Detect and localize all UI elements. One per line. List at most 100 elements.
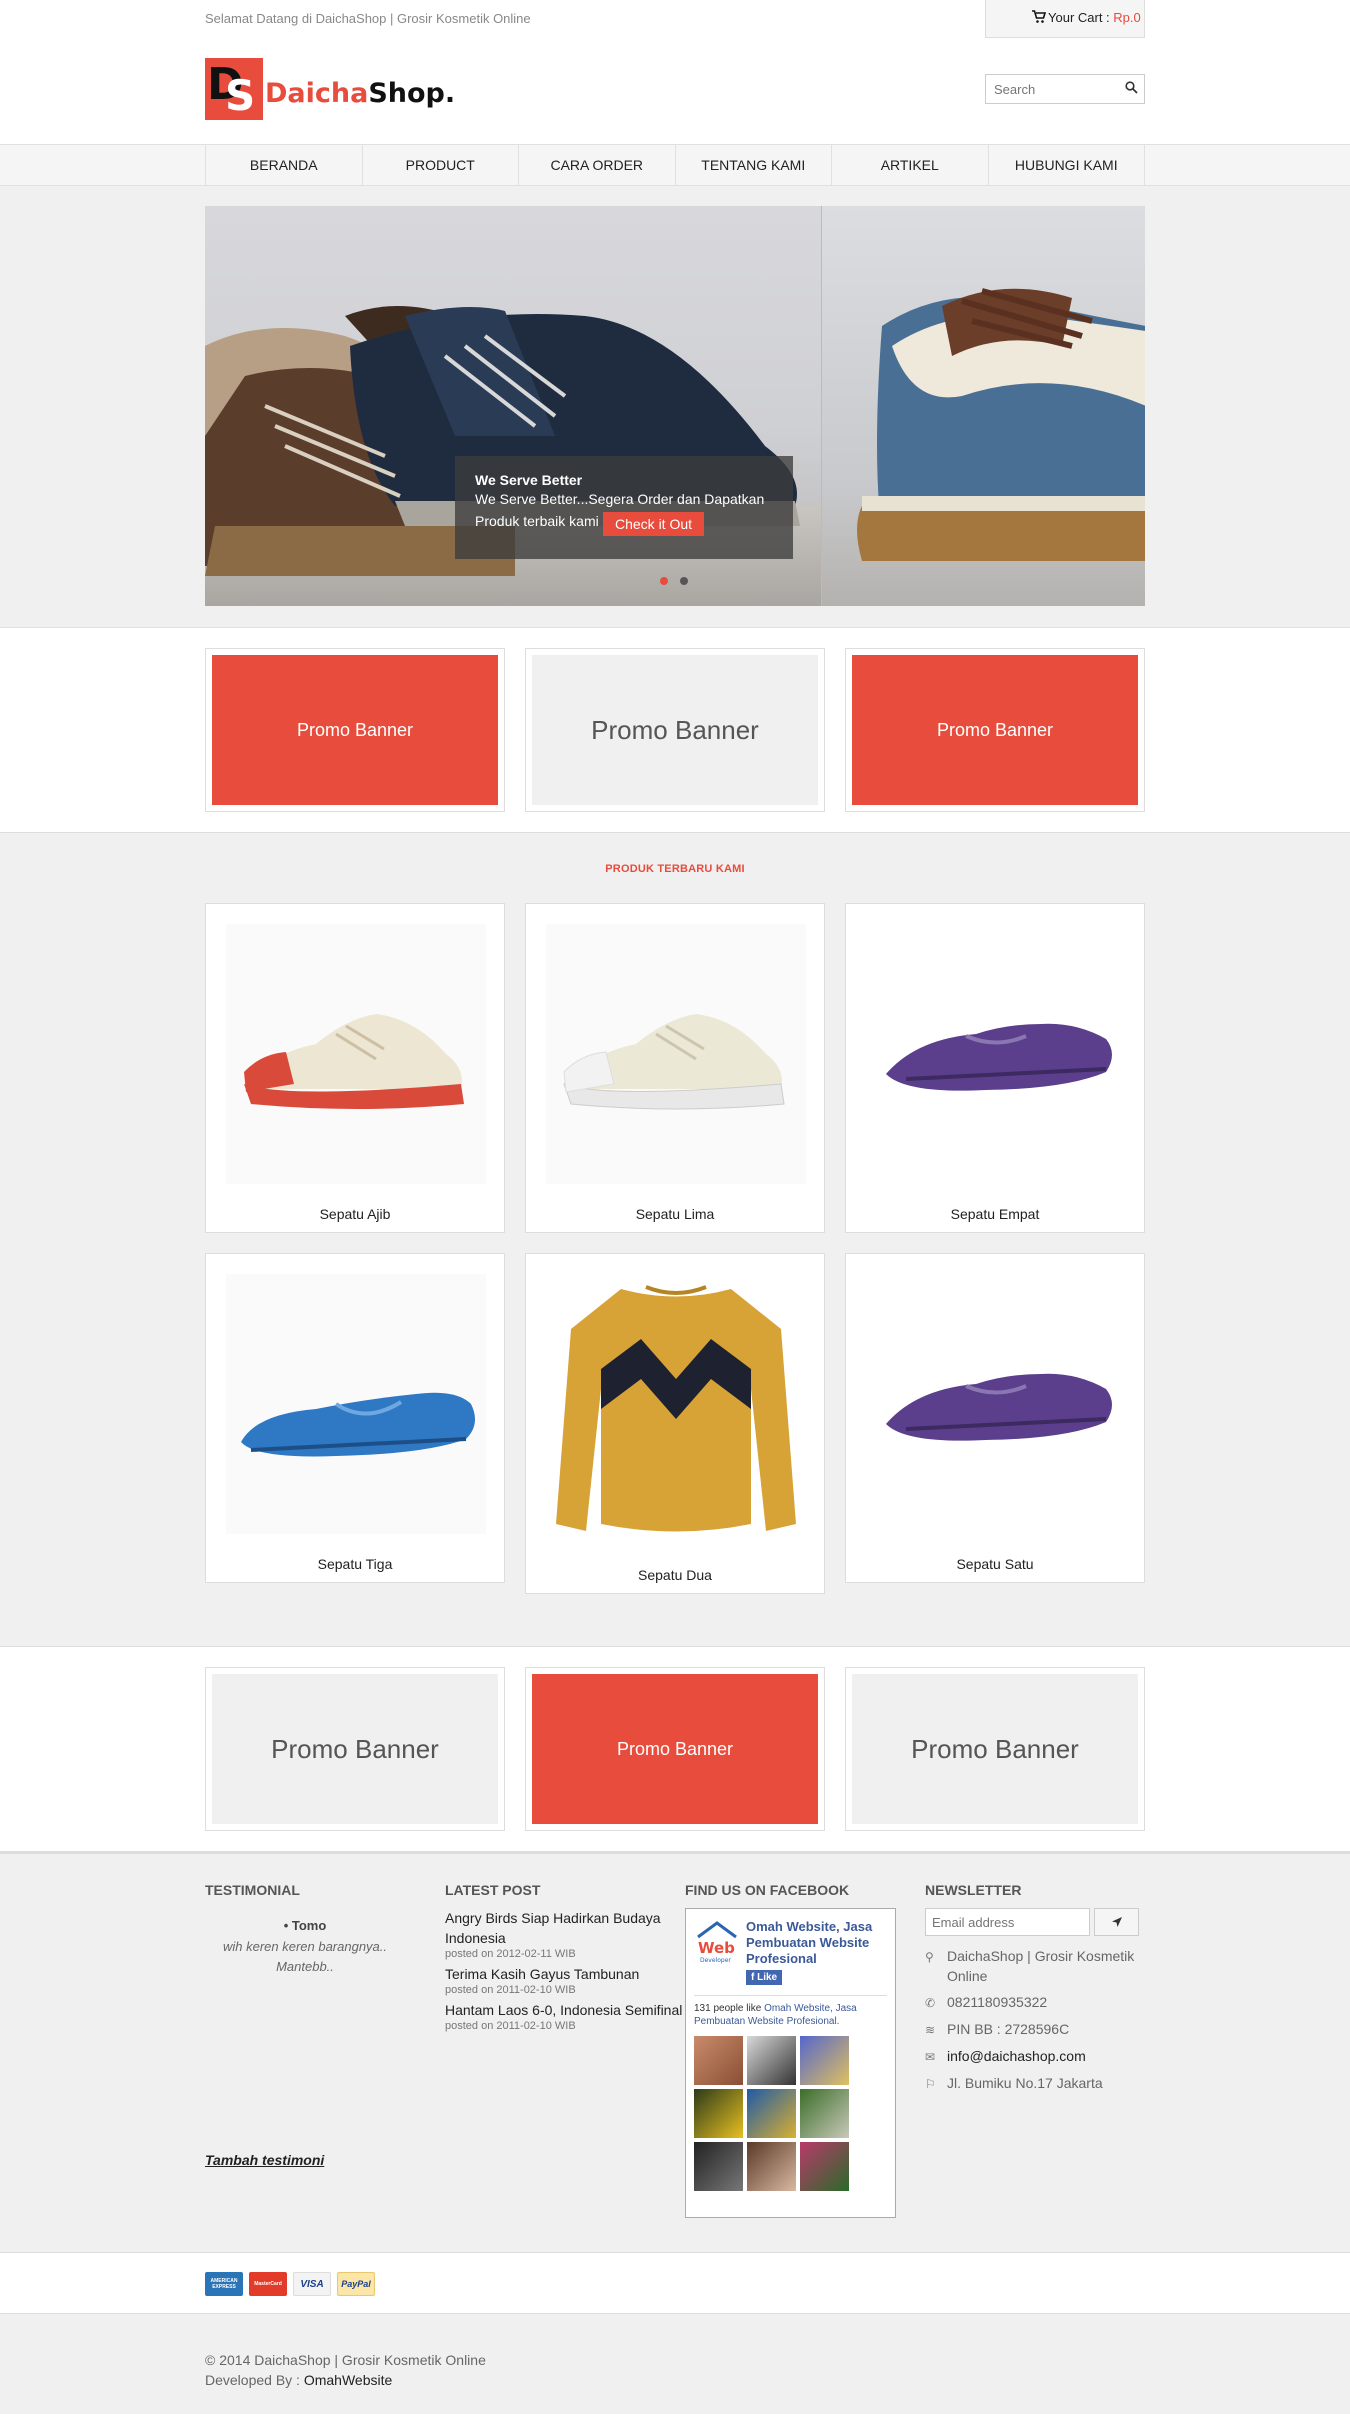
product-name[interactable]: Sepatu Ajib: [206, 1206, 504, 1222]
logo-text: DaichaShop.: [265, 78, 455, 109]
nav-item-tentang-kami[interactable]: TENTANG KAMI: [676, 145, 832, 185]
nav-item-product[interactable]: PRODUCT: [363, 145, 519, 185]
hero-slider[interactable]: We Serve Better We Serve Better...Segera…: [205, 206, 1145, 606]
contact-text: Jl. Bumiku No.17 Jakarta: [947, 2075, 1103, 2091]
product-image: [226, 1274, 486, 1534]
search-input[interactable]: [986, 75, 1116, 103]
promo-banner[interactable]: Promo Banner: [845, 1667, 1145, 1831]
developer-credit: Developed By : OmahWebsite: [205, 2370, 1145, 2390]
post-date: posted on 2011-02-10 WIB: [445, 1984, 576, 1996]
product-card[interactable]: Sepatu Ajib: [205, 903, 505, 1233]
promo-banner-label: Promo Banner: [852, 655, 1138, 805]
post-item: Hantam Laos 6-0, Indonesia Semifinal pos…: [445, 2000, 685, 2032]
svg-text:Developer: Developer: [700, 1957, 731, 1964]
promo-banner-label: Promo Banner: [212, 655, 498, 805]
newsletter-form: [925, 1908, 1145, 1936]
email-field[interactable]: [925, 1908, 1090, 1936]
post-title[interactable]: Hantam Laos 6-0, Indonesia Semifinal: [445, 2000, 685, 2020]
fan-avatar[interactable]: [800, 2036, 849, 2085]
facebook-like-count-text: 131 people like: [694, 2003, 762, 2014]
product-name[interactable]: Sepatu Empat: [846, 1206, 1144, 1222]
slider-side-image: [821, 206, 1145, 606]
product-card[interactable]: Sepatu Satu: [845, 1253, 1145, 1583]
map-marker-icon: ⚲: [925, 1950, 934, 1964]
facebook-column: FIND US ON FACEBOOK Web Developer Omah We…: [685, 1882, 925, 2218]
promo-banner-label: Promo Banner: [532, 1674, 818, 1824]
top-bar: Selamat Datang di DaichaShop | Grosir Ko…: [205, 0, 1145, 38]
facebook-fan-faces: [694, 2036, 887, 2191]
fan-avatar[interactable]: [694, 2036, 743, 2085]
svg-text:Web: Web: [698, 1939, 735, 1957]
facebook-like-button[interactable]: f Like: [746, 1970, 783, 1985]
logo[interactable]: D S DaichaShop.: [205, 58, 455, 120]
post-item: Terima Kasih Gayus Tambunan posted on 20…: [445, 1964, 685, 1996]
contact-text: PIN BB : 2728596C: [947, 2021, 1070, 2037]
search-box: [985, 74, 1145, 104]
slider-dot-2[interactable]: [680, 577, 688, 585]
slider-caption-title: We Serve Better: [475, 472, 583, 488]
promo-banner[interactable]: Promo Banner: [845, 648, 1145, 812]
product-image: [866, 1274, 1126, 1534]
add-testimonial-link[interactable]: Tambah testimoni: [205, 2152, 324, 2168]
product-name[interactable]: Sepatu Tiga: [206, 1556, 504, 1572]
blue-sneaker-image: [857, 288, 1145, 561]
fan-avatar[interactable]: [747, 2142, 796, 2191]
product-card[interactable]: Sepatu Tiga: [205, 1253, 505, 1583]
nav-item-artikel[interactable]: ARTIKEL: [832, 145, 989, 185]
fan-avatar[interactable]: [800, 2089, 849, 2138]
fan-avatar[interactable]: [694, 2142, 743, 2191]
contact-item: ⚐ Jl. Bumiku No.17 Jakarta: [925, 2073, 1145, 2094]
post-title[interactable]: Terima Kasih Gayus Tambunan: [445, 1964, 685, 1984]
facebook-like-count: 131 people like Omah Website, Jasa Pembu…: [694, 1995, 887, 2028]
header: D S DaichaShop.: [205, 38, 1145, 144]
promo-banner[interactable]: Promo Banner: [205, 648, 505, 812]
product-card[interactable]: Sepatu Dua: [525, 1253, 825, 1594]
omah-website-logo: Web Developer: [694, 1919, 740, 1965]
nav-item-cara-order[interactable]: CARA ORDER: [519, 145, 676, 185]
nav-bar: BERANDA PRODUCT CARA ORDER TENTANG KAMI …: [0, 144, 1350, 186]
nav-item-beranda[interactable]: BERANDA: [206, 145, 363, 185]
contact-email-link[interactable]: info@daichashop.com: [947, 2046, 1086, 2067]
visa-label: VISA: [300, 2278, 324, 2290]
check-it-out-button[interactable]: Check it Out: [603, 512, 705, 536]
promo-banner[interactable]: Promo Banner: [525, 648, 825, 812]
promo-banner[interactable]: Promo Banner: [205, 1667, 505, 1831]
slider-dot-1[interactable]: [660, 577, 668, 585]
promo-section-bottom: Promo Banner Promo Banner Promo Banner: [0, 1647, 1350, 1852]
promo-banner[interactable]: Promo Banner: [525, 1667, 825, 1831]
envelope-icon: ✉: [925, 2050, 936, 2064]
logo-mark-s: S: [225, 71, 256, 120]
facebook-heading: FIND US ON FACEBOOK: [685, 1882, 850, 1898]
post-title[interactable]: Angry Birds Siap Hadirkan Budaya Indones…: [445, 1908, 685, 1948]
contact-item: ✆ 0821180935322: [925, 1992, 1145, 2013]
promo-section-top: Promo Banner Promo Banner Promo Banner: [0, 628, 1350, 833]
facebook-page-name[interactable]: Omah Website, Jasa Pembuatan Website Pro…: [746, 1919, 887, 1967]
slider-dots: [660, 577, 688, 585]
fan-avatar[interactable]: [747, 2089, 796, 2138]
contact-item: ✉ info@daichashop.com: [925, 2046, 1145, 2067]
developer-name: OmahWebsite: [303, 2372, 393, 2388]
post-item: Angry Birds Siap Hadirkan Budaya Indones…: [445, 1908, 685, 1960]
developer-link[interactable]: OmahWebsite: [304, 2372, 392, 2388]
phone-icon: ✆: [925, 1996, 936, 2010]
fan-avatar[interactable]: [747, 2036, 796, 2085]
product-name[interactable]: Sepatu Dua: [526, 1567, 824, 1583]
logo-text-part1: Daicha: [265, 77, 369, 109]
mastercard-label: MasterCard: [254, 2281, 282, 2287]
product-name[interactable]: Sepatu Satu: [846, 1556, 1144, 1572]
newsletter-heading: NEWSLETTER: [925, 1882, 1022, 1898]
newsletter-submit-button[interactable]: [1094, 1908, 1139, 1936]
cart-icon: [1032, 10, 1046, 23]
fan-avatar[interactable]: [800, 2142, 849, 2191]
cart-amount: Rp.0: [1113, 10, 1141, 25]
product-name[interactable]: Sepatu Lima: [526, 1206, 824, 1222]
product-card[interactable]: Sepatu Lima: [525, 903, 825, 1233]
search-icon[interactable]: [1125, 81, 1138, 94]
testimonial-item: • Tomo wih keren keren barangnya.. Mante…: [205, 1918, 405, 1977]
cart-button[interactable]: Your Cart : Rp.0: [985, 0, 1145, 38]
promo-banner-label: Promo Banner: [532, 655, 818, 805]
product-card[interactable]: Sepatu Empat: [845, 903, 1145, 1233]
nav-item-hubungi-kami[interactable]: HUBUNGI KAMI: [989, 145, 1145, 185]
fan-avatar[interactable]: [694, 2089, 743, 2138]
visa-icon: VISA: [293, 2272, 331, 2296]
